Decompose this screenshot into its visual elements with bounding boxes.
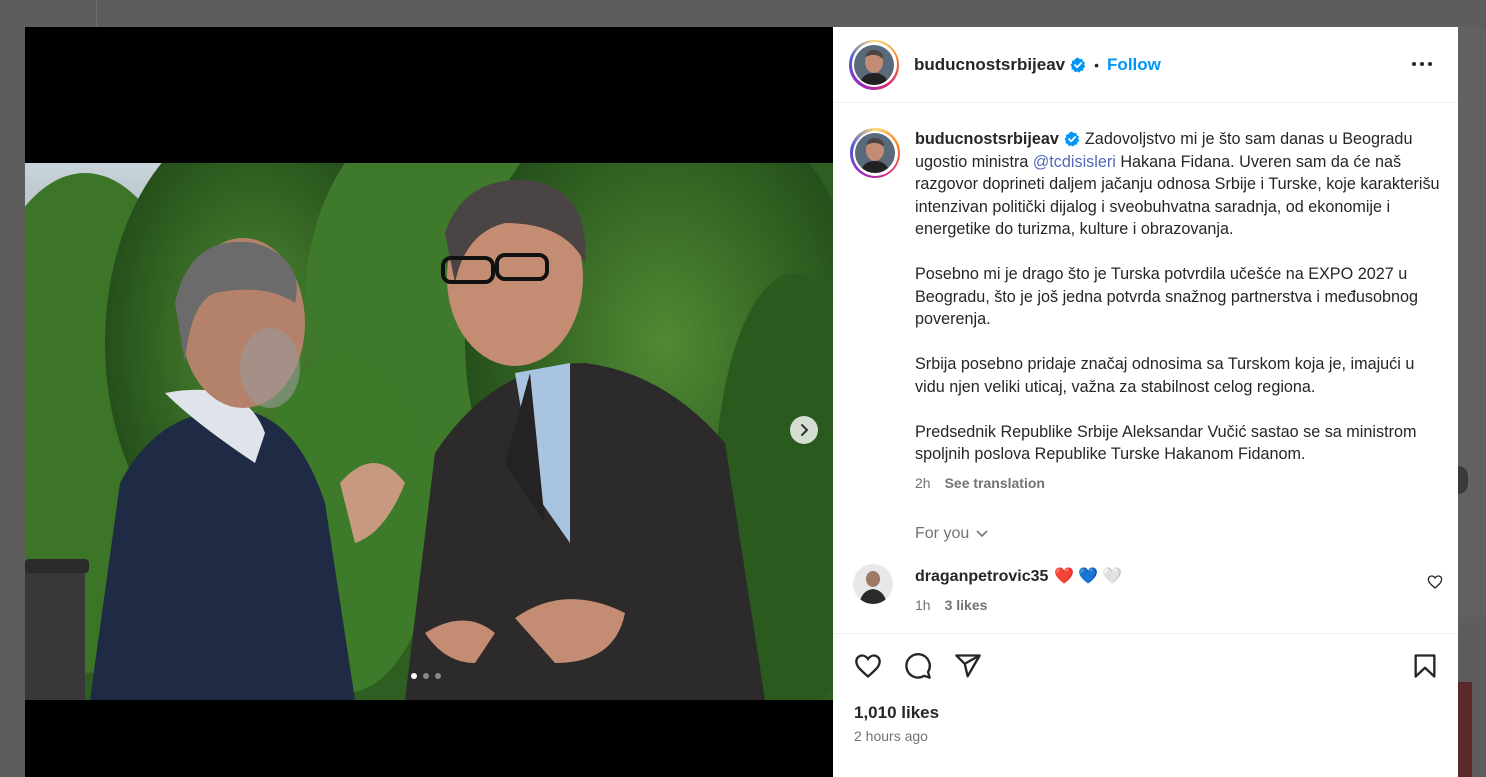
backdrop-panel	[1458, 27, 1486, 617]
likes-count[interactable]: 1,010 likes	[854, 703, 939, 723]
comment-likes[interactable]: 3 likes	[945, 597, 988, 613]
caption-paragraph: Srbija posebno pridaje značaj odnosima s…	[915, 355, 1415, 396]
caption-paragraph: buducnostsrbijeav Zadovoljstvo mi je što…	[915, 128, 1443, 241]
carousel-next-button[interactable]	[790, 416, 818, 444]
mention-link[interactable]: @tcdisisleri	[1033, 153, 1116, 171]
backdrop-divider	[96, 0, 97, 27]
carousel-dot	[411, 673, 417, 679]
caption-body: buducnostsrbijeav Zadovoljstvo mi je što…	[915, 128, 1443, 494]
more-options-icon[interactable]	[1410, 52, 1434, 76]
backdrop-thumbnail	[1458, 682, 1472, 777]
post-side-panel: buducnostsrbijeav • Follow buducnostsrbi…	[833, 27, 1458, 777]
comment-text: ❤️💙🤍	[1054, 568, 1127, 585]
caption-paragraph: Predsednik Republike Srbije Aleksandar V…	[915, 422, 1417, 464]
comment-row: draganpetrovic35 ❤️💙🤍	[915, 566, 1126, 586]
heart-icon[interactable]	[853, 652, 883, 680]
avatar-frame	[851, 42, 897, 87]
commenter-avatar[interactable]	[853, 564, 893, 604]
dot-separator: •	[1094, 56, 1100, 73]
avatar-frame	[852, 130, 898, 176]
post-media	[25, 27, 833, 777]
chevron-right-icon	[801, 424, 809, 436]
caption-story-ring[interactable]	[850, 128, 900, 178]
post-modal: buducnostsrbijeav • Follow buducnostsrbi…	[25, 27, 1458, 777]
action-bar	[833, 633, 1458, 694]
avatar	[854, 44, 894, 85]
chevron-down-icon	[976, 530, 988, 538]
comment-timestamp[interactable]: 1h	[915, 597, 931, 613]
caption-username[interactable]: buducnostsrbijeav	[915, 130, 1059, 148]
follow-button[interactable]: Follow	[1107, 55, 1161, 75]
post-timestamp[interactable]: 2 hours ago	[854, 728, 928, 744]
caption-meta: 2h See translation	[915, 472, 1443, 495]
post-photo[interactable]	[25, 163, 833, 700]
comment-meta: 1h 3 likes	[915, 597, 987, 613]
carousel-dot	[435, 673, 441, 679]
share-icon[interactable]	[953, 652, 983, 680]
verified-badge-icon	[1064, 131, 1080, 147]
for-you-dropdown[interactable]: For you	[915, 525, 989, 543]
commenter-username[interactable]: draganpetrovic35	[915, 568, 1048, 585]
caption-avatar	[855, 133, 895, 173]
verified-badge-icon	[1070, 57, 1086, 73]
comment-heart-icon[interactable]	[1427, 574, 1443, 590]
carousel-indicator	[411, 673, 441, 679]
caption-timestamp[interactable]: 2h	[915, 475, 931, 491]
story-ring[interactable]	[849, 39, 899, 90]
bookmark-icon[interactable]	[1411, 652, 1439, 680]
carousel-dot	[423, 673, 429, 679]
comment-icon[interactable]	[903, 652, 933, 680]
post-header: buducnostsrbijeav • Follow	[833, 27, 1458, 103]
see-translation-link[interactable]: See translation	[945, 475, 1045, 491]
caption-paragraph: Posebno mi je drago što je Turska potvrd…	[915, 265, 1419, 328]
post-author-username[interactable]: buducnostsrbijeav	[914, 55, 1065, 75]
for-you-label: For you	[915, 525, 970, 542]
